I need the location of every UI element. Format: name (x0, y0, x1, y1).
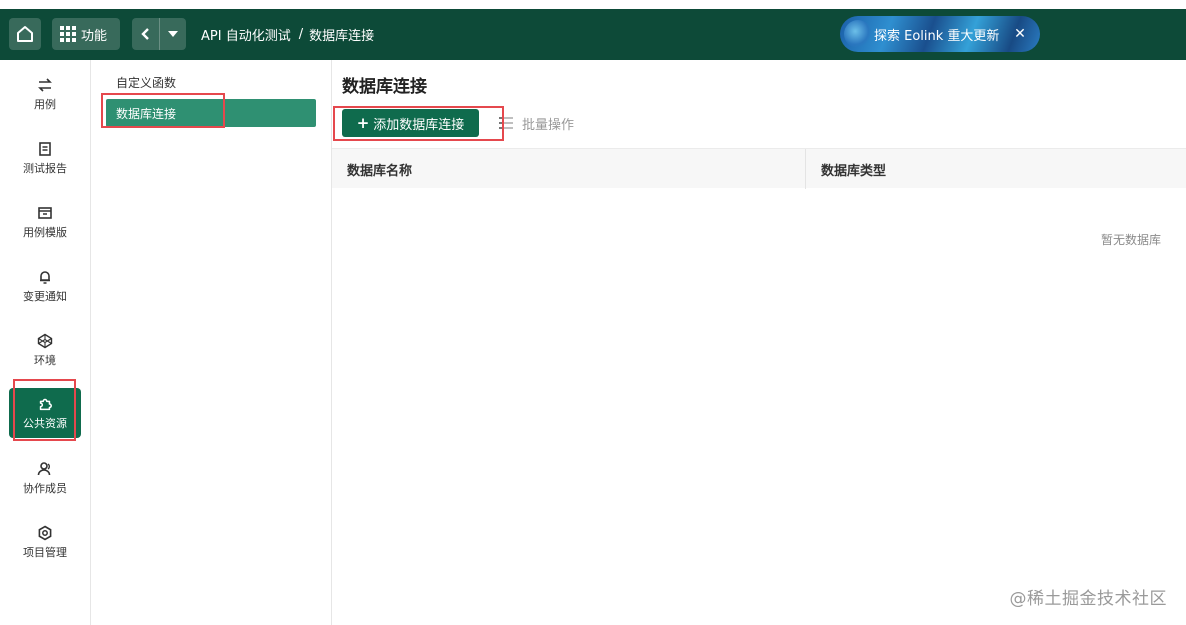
rail-item-environment[interactable]: 环境 (9, 324, 81, 376)
swap-icon (37, 77, 53, 93)
puzzle-icon (37, 396, 53, 412)
home-icon (17, 26, 33, 42)
breadcrumb-current: 数据库连接 (309, 28, 375, 44)
grid-icon (60, 26, 76, 42)
report-icon (37, 141, 53, 157)
empty-state-text: 暂无数据库 (1100, 233, 1161, 247)
chevron-left-icon (140, 28, 149, 40)
breadcrumb-separator: / (298, 26, 304, 42)
promo-close-icon[interactable]: ✕ (1010, 24, 1030, 44)
rail-item-test-report[interactable]: 测试报告 (9, 132, 81, 184)
top-strip (0, 0, 1186, 9)
caret-down-icon (168, 31, 178, 37)
back-button[interactable] (132, 18, 159, 50)
watermark: @稀土掘金技术社区 (1009, 589, 1167, 609)
batch-operation-label: 批量操作 (522, 117, 575, 133)
add-db-connection-button[interactable]: + 添加数据库连接 (342, 109, 479, 137)
history-nav (132, 18, 186, 50)
column-db-type: 数据库类型 (821, 163, 887, 179)
promo-text: 探索 Eolink 重大更新 (874, 28, 1000, 44)
template-icon (37, 205, 53, 221)
bell-icon (37, 269, 53, 285)
promo-swirl-graphic (844, 20, 872, 48)
rail-item-project-settings[interactable]: 项目管理 (9, 516, 81, 568)
codepen-icon (37, 333, 53, 349)
table-header: 数据库名称 数据库类型 (332, 148, 1186, 189)
rail-item-members[interactable]: 协作成员 (9, 452, 81, 504)
list-icon (499, 117, 513, 129)
members-icon (37, 461, 53, 477)
primary-sidebar: 用例 测试报告 用例模版 变更通知 环境 公共资源 协作成员 项目管理 (0, 60, 91, 625)
main-content: 数据库连接 + 添加数据库连接 批量操作 数据库名称 数据库类型 暂无数据库 (332, 60, 1186, 625)
secondary-sidebar: 自定义函数 数据库连接 (91, 60, 332, 625)
submenu-item-db-connection[interactable]: 数据库连接 (106, 99, 316, 127)
function-menu-button[interactable]: 功能 (52, 18, 120, 50)
plus-icon: + (356, 113, 370, 132)
gear-icon (37, 525, 53, 541)
function-menu-label: 功能 (81, 28, 108, 44)
page-title: 数据库连接 (342, 77, 427, 97)
add-db-connection-label: 添加数据库连接 (373, 117, 465, 133)
breadcrumb: API 自动化测试 / 数据库连接 (201, 18, 374, 50)
column-db-name: 数据库名称 (332, 149, 806, 189)
history-dropdown-button[interactable] (159, 18, 186, 50)
rail-item-cases[interactable]: 用例 (9, 68, 81, 120)
rail-item-case-template[interactable]: 用例模版 (9, 196, 81, 248)
promo-banner[interactable]: 探索 Eolink 重大更新 ✕ (840, 16, 1040, 52)
rail-item-public-resources[interactable]: 公共资源 (9, 388, 81, 438)
top-header: 功能 API 自动化测试 / 数据库连接 探索 Eolink 重大更新 ✕ (0, 9, 1186, 60)
breadcrumb-project[interactable]: API 自动化测试 (201, 25, 291, 44)
home-button[interactable] (9, 18, 41, 50)
batch-operation-button[interactable]: 批量操作 (498, 109, 574, 137)
submenu-item-custom-function[interactable]: 自定义函数 (106, 68, 316, 96)
rail-item-change-notice[interactable]: 变更通知 (9, 260, 81, 312)
